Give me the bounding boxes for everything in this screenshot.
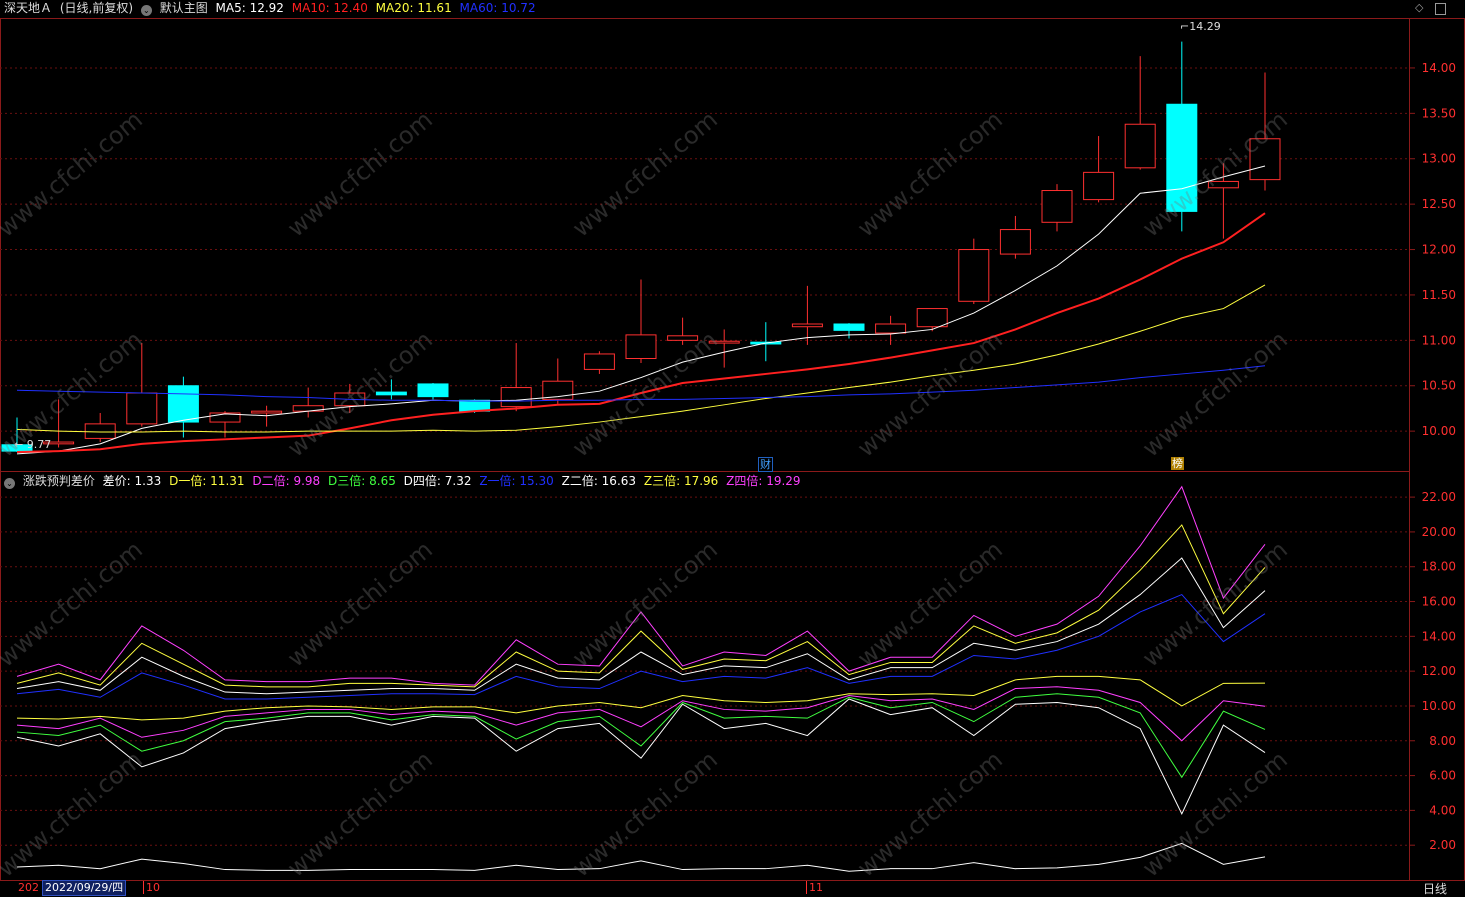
candle xyxy=(916,308,948,332)
y-tick-label: 11.50 xyxy=(1422,288,1456,302)
candle-body xyxy=(1041,190,1073,223)
candle-body xyxy=(1083,171,1115,201)
candle-body xyxy=(126,392,158,425)
candle xyxy=(625,279,657,364)
candle-body xyxy=(999,229,1031,255)
candle-body xyxy=(375,391,407,396)
high-price-label: ⌐14.29 xyxy=(1180,20,1221,33)
y-tick-label: 8.00 xyxy=(1429,734,1456,748)
indicator-line xyxy=(16,842,1266,872)
candle xyxy=(167,376,199,438)
candle-body xyxy=(1166,103,1198,212)
indicator-line xyxy=(16,698,1266,816)
candle-body xyxy=(583,353,615,370)
date-prefix: 202 xyxy=(18,881,39,894)
indicator-line xyxy=(16,557,1266,695)
indicator-line xyxy=(16,524,1266,688)
candle xyxy=(417,383,449,400)
candle-body xyxy=(667,335,699,341)
y-tick-label: 13.00 xyxy=(1422,152,1456,166)
low-price-label: ← 9.77 xyxy=(14,438,52,451)
period-button[interactable]: 日线 xyxy=(1423,880,1447,897)
candle xyxy=(1083,136,1115,203)
indicator-line xyxy=(16,485,1266,686)
event-marker-finance[interactable]: 财 xyxy=(758,457,773,472)
date-axis: 202 2022/09/29/四 10 11 xyxy=(0,880,1410,897)
y-tick-label: 12.00 xyxy=(1422,243,1456,257)
candle xyxy=(999,215,1031,259)
y-tick-label: 20.00 xyxy=(1422,525,1456,539)
candle xyxy=(292,387,324,418)
indicator-line xyxy=(16,686,1266,742)
candle xyxy=(958,238,990,305)
candle-body xyxy=(417,383,449,398)
candle-body xyxy=(791,323,823,328)
candle-body xyxy=(875,323,907,334)
candle-body xyxy=(625,334,657,359)
candle-body xyxy=(84,423,116,439)
y-tick-label: 14.00 xyxy=(1422,61,1456,75)
candle xyxy=(1041,184,1073,232)
y-tick-label: 12.00 xyxy=(1422,664,1456,678)
y-tick-label: 2.00 xyxy=(1429,838,1456,852)
indicator-chart[interactable]: 2.00 4.00 6.00 8.00 10.00 12.00 14.00 16.00 18.0… xyxy=(0,471,1465,881)
y-tick-label: 11.00 xyxy=(1422,333,1456,347)
candle-body xyxy=(958,249,990,302)
candle-body xyxy=(1249,138,1281,181)
candle xyxy=(583,351,615,374)
candlestick-chart[interactable]: 10.00 10.50 11.00 11.50 12.00 12.50 13.00 13.50… xyxy=(0,0,1465,472)
cursor-date: 2022/09/29/四 xyxy=(42,880,127,896)
candle xyxy=(84,412,116,443)
month-label-11: 11 xyxy=(806,881,823,894)
y-tick-label: 14.00 xyxy=(1422,629,1456,643)
y-tick-label: 6.00 xyxy=(1429,769,1456,783)
ma-line-ma60 xyxy=(16,365,1266,402)
y-tick-label: 10.00 xyxy=(1422,699,1456,713)
candle xyxy=(126,343,158,427)
candle-body xyxy=(1124,123,1156,169)
event-marker-board[interactable]: 榜 xyxy=(1171,457,1184,470)
candle xyxy=(708,329,740,368)
candle xyxy=(833,323,865,339)
y-tick-label: 18.00 xyxy=(1422,560,1456,574)
indicator-line xyxy=(16,675,1266,721)
candle-body xyxy=(500,387,532,408)
y-tick-label: 10.50 xyxy=(1422,379,1456,393)
y-tick-label: 12.50 xyxy=(1422,197,1456,211)
month-label-10: 10 xyxy=(143,881,160,894)
candle xyxy=(1166,41,1198,232)
candle xyxy=(667,317,699,345)
y-tick-label: 13.50 xyxy=(1422,106,1456,120)
y-tick-label: 10.00 xyxy=(1422,424,1456,438)
y-tick-label: 16.00 xyxy=(1422,595,1456,609)
candle-body xyxy=(167,385,199,423)
y-tick-label: 22.00 xyxy=(1422,490,1456,504)
candle-body xyxy=(833,323,865,331)
candle-body xyxy=(916,308,948,328)
y-tick-label: 4.00 xyxy=(1429,803,1456,817)
candle-body xyxy=(708,340,740,344)
candle xyxy=(1249,72,1281,191)
candle-body xyxy=(1207,180,1239,189)
candle xyxy=(375,379,407,400)
candle-body xyxy=(251,410,283,414)
